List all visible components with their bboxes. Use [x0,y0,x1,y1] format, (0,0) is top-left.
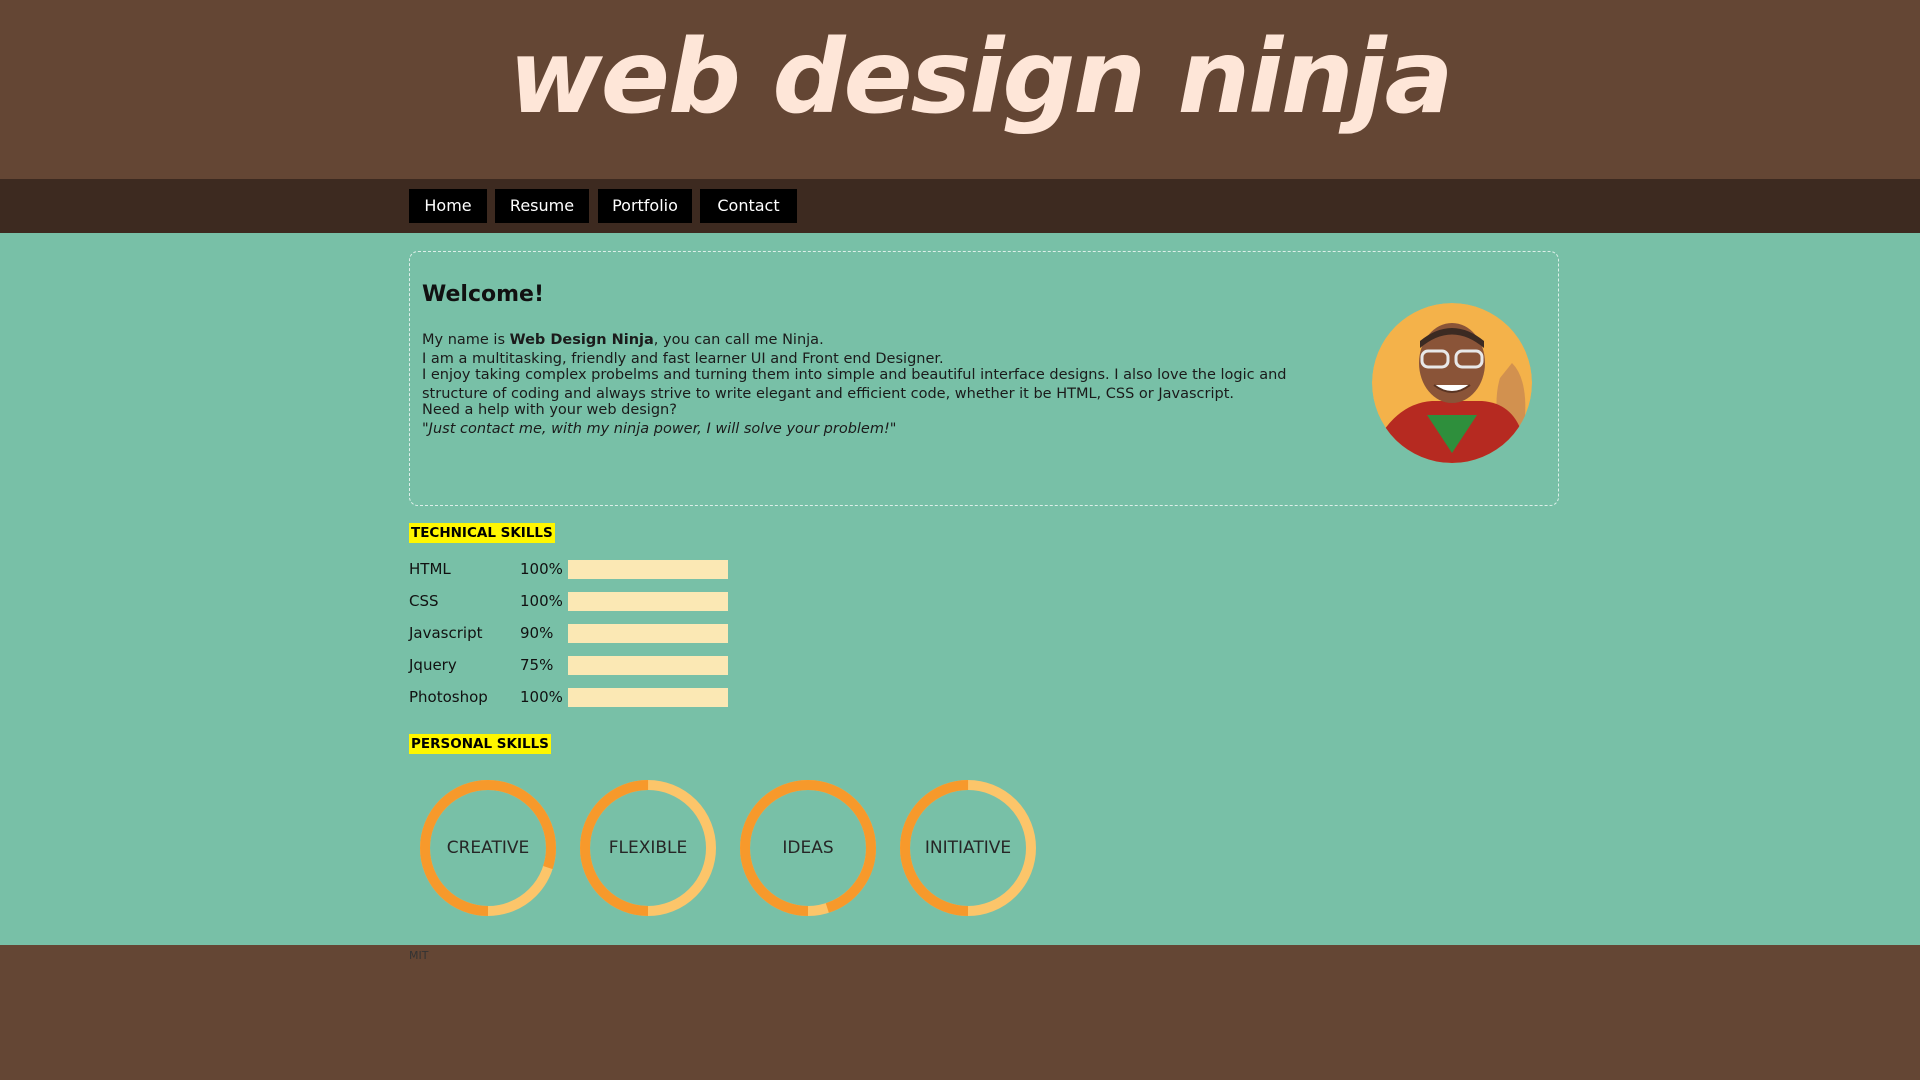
skill-percent: 100% [520,688,563,706]
intro-prefix: My name is [422,332,510,348]
skill-bar-fill [568,688,728,707]
welcome-call-to-action: Need a help with your web design? "Just … [422,401,1352,439]
avatar-photo [1372,303,1532,463]
skill-bar-fill [568,560,728,579]
skill-bar-fill [568,624,712,643]
skill-row: Jquery 75% [409,655,739,675]
skill-bar [568,560,728,579]
skill-row: Photoshop 100% [409,687,739,707]
skill-name: Photoshop [409,688,488,706]
skill-bar [568,624,728,643]
skill-percent: 90% [520,624,554,642]
main-nav: Home Resume Portfolio Contact [0,179,1920,233]
site-logo[interactable]: web design ninja [0,0,1920,179]
nav-resume[interactable]: Resume [495,189,589,223]
technical-skills-heading: TECHNICAL SKILLS [409,523,555,543]
personal-skill-label: CREATIVE [446,838,530,858]
intro-name: Web Design Ninja [509,332,654,348]
intro-line2: I am a multitasking, friendly and fast l… [422,351,944,367]
skill-bar-fill [568,592,728,611]
skill-bar [568,688,728,707]
skill-name: CSS [409,592,439,610]
skill-bar [568,592,728,611]
personal-skill-label: IDEAS [782,838,834,858]
skill-percent: 100% [520,592,563,610]
intro-suffix: , you can call me Ninja. [653,332,824,348]
nav-portfolio[interactable]: Portfolio [598,189,692,223]
skill-name: HTML [409,560,451,578]
personal-skills-heading: PERSONAL SKILLS [409,734,551,754]
personal-skill-label: FLEXIBLE [608,838,688,858]
welcome-quote: "Just contact me, with my ninja power, I… [422,421,897,437]
nav-home[interactable]: Home [409,189,487,223]
skill-row: Javascript 90% [409,623,739,643]
skill-percent: 75% [520,656,554,674]
logo-text: web design ninja [509,18,1452,137]
personal-skill-flexible: FLEXIBLE [575,775,721,921]
personal-skill-label: INITIATIVE [924,838,1012,858]
skill-bar [568,656,728,675]
welcome-title: Welcome! [422,282,544,307]
personal-skill-initiative: INITIATIVE [895,775,1041,921]
site-header: web design ninja [0,0,1920,179]
nav-contact[interactable]: Contact [700,189,797,223]
skill-percent: 100% [520,560,563,578]
skill-row: HTML 100% [409,559,739,579]
skill-row: CSS 100% [409,591,739,611]
welcome-question: Need a help with your web design? [422,402,677,418]
footer-text: MIT [409,949,429,962]
skill-bar-fill [568,656,688,675]
skill-name: Javascript [409,624,483,642]
personal-skill-ideas: IDEAS [735,775,881,921]
welcome-intro: My name is Web Design Ninja, you can cal… [422,331,1352,369]
welcome-card: Welcome! My name is Web Design Ninja, yo… [409,251,1559,506]
avatar [1372,303,1532,463]
personal-skill-creative: CREATIVE [415,775,561,921]
skill-name: Jquery [409,656,457,674]
welcome-paragraph: I enjoy taking complex probelms and turn… [422,367,1287,402]
